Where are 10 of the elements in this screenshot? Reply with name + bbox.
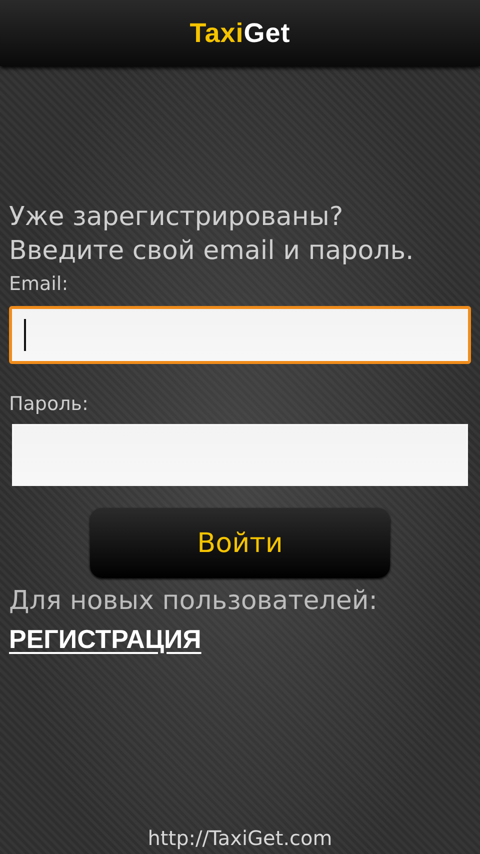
intro-text: Введите свой email и пароль.	[9, 235, 415, 268]
input-field[interactable]	[9, 306, 471, 364]
intro-text: Уже зарегистрированы?	[9, 201, 344, 234]
app-logo: TaxiGet	[190, 18, 290, 48]
register-link[interactable]: РЕГИСТРАЦИЯ	[9, 624, 202, 655]
field-label: Пароль:	[9, 392, 88, 416]
login-button[interactable]: Войти	[90, 508, 390, 578]
new-users-text: Для новых пользователей:	[9, 586, 378, 616]
field-label: Email:	[9, 272, 68, 296]
website-link[interactable]: http://TaxiGet.com	[148, 826, 332, 850]
